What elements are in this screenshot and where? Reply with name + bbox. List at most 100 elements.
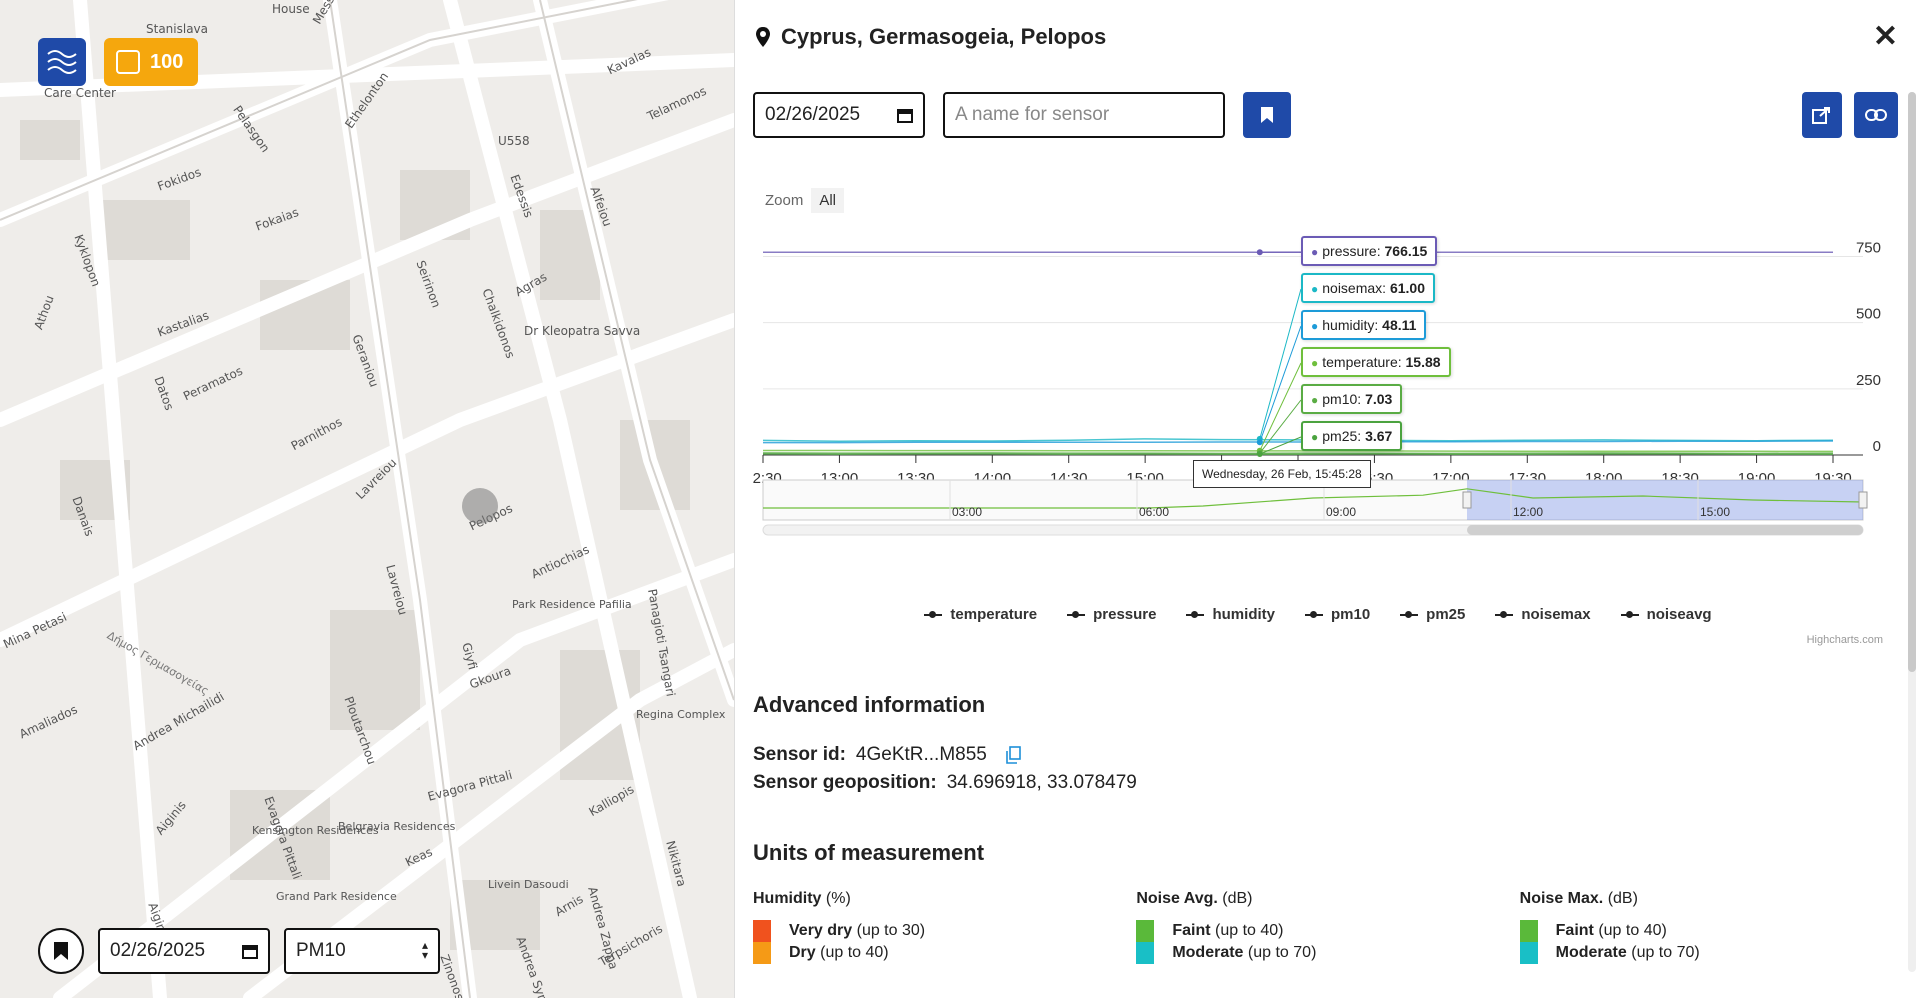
hover-point-pm25	[1256, 451, 1263, 458]
tooltip-name: pm10	[1322, 391, 1358, 407]
color-swatch	[1136, 942, 1155, 964]
advanced-info-title: Advanced information	[753, 692, 986, 717]
unit-level: Very dry	[789, 922, 853, 939]
tooltip-pm10: ● pm10: 7.03	[1301, 384, 1403, 414]
legend-line-icon	[1067, 610, 1086, 618]
navigator-scrollbar-thumb	[1467, 525, 1863, 535]
bookmark-icon	[1261, 107, 1273, 123]
map-view[interactable]: House Stanislava Messi Ethelonton Kavala…	[0, 0, 734, 998]
location-title: Cyprus, Germasogeia, Pelopos	[781, 24, 1107, 49]
unit-title: Humidity	[753, 890, 822, 907]
tooltip-temperature: ● temperature: 15.88	[1301, 347, 1451, 377]
y-tick-label: 500	[1856, 306, 1881, 323]
tooltip-connector	[1259, 288, 1302, 439]
unit-title: Noise Avg.	[1136, 890, 1218, 907]
copy-icon[interactable]	[1005, 746, 1021, 764]
navigator-tick-label: 09:00	[1326, 505, 1356, 519]
sensor-id-label: Sensor id:	[753, 744, 846, 765]
legend-label: temperature	[950, 606, 1038, 623]
sensor-chart[interactable]: Zoom All 025050075012:3013:0013:3014:001…	[753, 180, 1883, 650]
navigator-handle-right	[1858, 491, 1868, 509]
sensor-name-input[interactable]: A name for sensor	[943, 92, 1225, 138]
legend-label: pm25	[1426, 606, 1466, 623]
app-logo-button[interactable]	[38, 38, 86, 86]
unit-title: Noise Max.	[1519, 890, 1604, 907]
tooltip-name: noisemax	[1322, 280, 1383, 296]
unit-row: Faint (up to 40)	[1136, 920, 1519, 942]
tooltip-value: 766.15	[1384, 243, 1428, 259]
tooltip-value: 7.03	[1365, 391, 1393, 407]
unit-suffix: (dB)	[1222, 890, 1253, 907]
unit-row: Moderate (up to 70)	[1519, 942, 1903, 964]
legend-line-icon	[1620, 610, 1639, 618]
chart-credit[interactable]: Highcharts.com	[1807, 634, 1883, 646]
tooltip-pressure: ● pressure: 766.15	[1301, 236, 1438, 266]
unit-row: Very dry (up to 30)	[753, 920, 1136, 942]
series-line-temperature	[763, 449, 1834, 453]
geoposition-label: Sensor geoposition:	[753, 772, 937, 793]
sensor-date-value: 02/26/2025	[765, 104, 861, 125]
robot-icon	[116, 50, 140, 74]
series-dot: ●	[1311, 245, 1319, 259]
legend-item[interactable]: temperature	[924, 606, 1037, 623]
sensor-date-input[interactable]: 02/26/2025	[753, 92, 925, 138]
map-label: Stanislava	[146, 22, 209, 36]
tooltip-time: Wednesday, 26 Feb, 15:45:28	[1193, 460, 1371, 488]
sensor-id-line: Sensor id: 4GeKtR...M855	[753, 744, 1021, 766]
sensor-count-badge[interactable]: 100	[104, 38, 198, 86]
tooltip-humidity: ● humidity: 48.11	[1301, 310, 1427, 340]
legend-item[interactable]: noisemax	[1495, 606, 1591, 623]
map-label: Regina Complex	[636, 708, 726, 721]
waves-icon	[47, 50, 77, 74]
scrollbar-thumb[interactable]	[1908, 92, 1916, 672]
map-label: Livein Dasoudi	[488, 878, 569, 891]
legend-line-icon	[924, 610, 943, 618]
map-label: Grand Park Residence	[276, 890, 397, 903]
navigator-tick-label: 12:00	[1513, 505, 1543, 519]
unit-group-humidity: Humidity (%) Very dry (up to 30) Dry (up…	[753, 890, 1136, 964]
copy-link-button[interactable]	[1854, 92, 1898, 138]
legend-label: humidity	[1212, 606, 1275, 623]
legend-item[interactable]: noiseavg	[1620, 606, 1712, 623]
color-swatch	[1136, 920, 1155, 942]
y-tick-label: 0	[1873, 438, 1881, 455]
unit-level: Faint	[1172, 922, 1211, 939]
map-label: House	[272, 2, 310, 16]
legend-item[interactable]: pm10	[1304, 606, 1370, 623]
map-streets	[0, 0, 734, 998]
color-swatch	[1519, 920, 1538, 942]
map-date-input[interactable]: 02/26/2025	[98, 928, 270, 974]
save-bookmark-button[interactable]	[1243, 92, 1291, 138]
tooltip-pm25: ● pm25: 3.67	[1301, 421, 1403, 451]
legend-item[interactable]: pm25	[1400, 606, 1465, 623]
legend-item[interactable]: pressure	[1067, 606, 1156, 623]
legend-line-icon	[1400, 610, 1419, 618]
map-label: Care Center	[44, 86, 116, 100]
series-dot: ●	[1311, 430, 1319, 444]
unit-level: Dry	[789, 944, 816, 961]
color-swatch	[753, 920, 771, 942]
unit-range: (up to 70)	[1247, 944, 1317, 961]
legend-label: noiseavg	[1646, 606, 1712, 623]
tooltip-value: 3.67	[1365, 428, 1393, 444]
navigator-tick-label: 06:00	[1139, 505, 1169, 519]
tooltip-value: 61.00	[1389, 280, 1425, 296]
tooltip-name: humidity	[1322, 317, 1375, 333]
unit-level: Moderate	[1555, 944, 1627, 961]
unit-level: Faint	[1555, 922, 1594, 939]
tooltip-name: pm25	[1322, 428, 1358, 444]
bookmark-button[interactable]	[38, 928, 84, 974]
navigator-tick-label: 15:00	[1700, 505, 1730, 519]
legend-item[interactable]: humidity	[1186, 606, 1275, 623]
unit-range: (up to 70)	[1631, 944, 1700, 961]
location-header: Cyprus, Germasogeia, Pelopos	[755, 24, 1106, 50]
close-icon[interactable]: ✕	[1873, 22, 1898, 52]
unit-group-title: Humidity (%)	[753, 890, 1136, 908]
tooltip-connector	[1259, 362, 1302, 452]
share-button[interactable]	[1802, 92, 1842, 138]
legend-line-icon	[1304, 610, 1323, 618]
sensor-marker[interactable]	[462, 488, 498, 524]
link-icon	[1865, 109, 1887, 121]
unit-group-noise-avg: Noise Avg. (dB) Faint (up to 40) Moderat…	[1136, 890, 1519, 964]
pollutant-select[interactable]: PM10 ▴ ▾	[284, 928, 440, 974]
